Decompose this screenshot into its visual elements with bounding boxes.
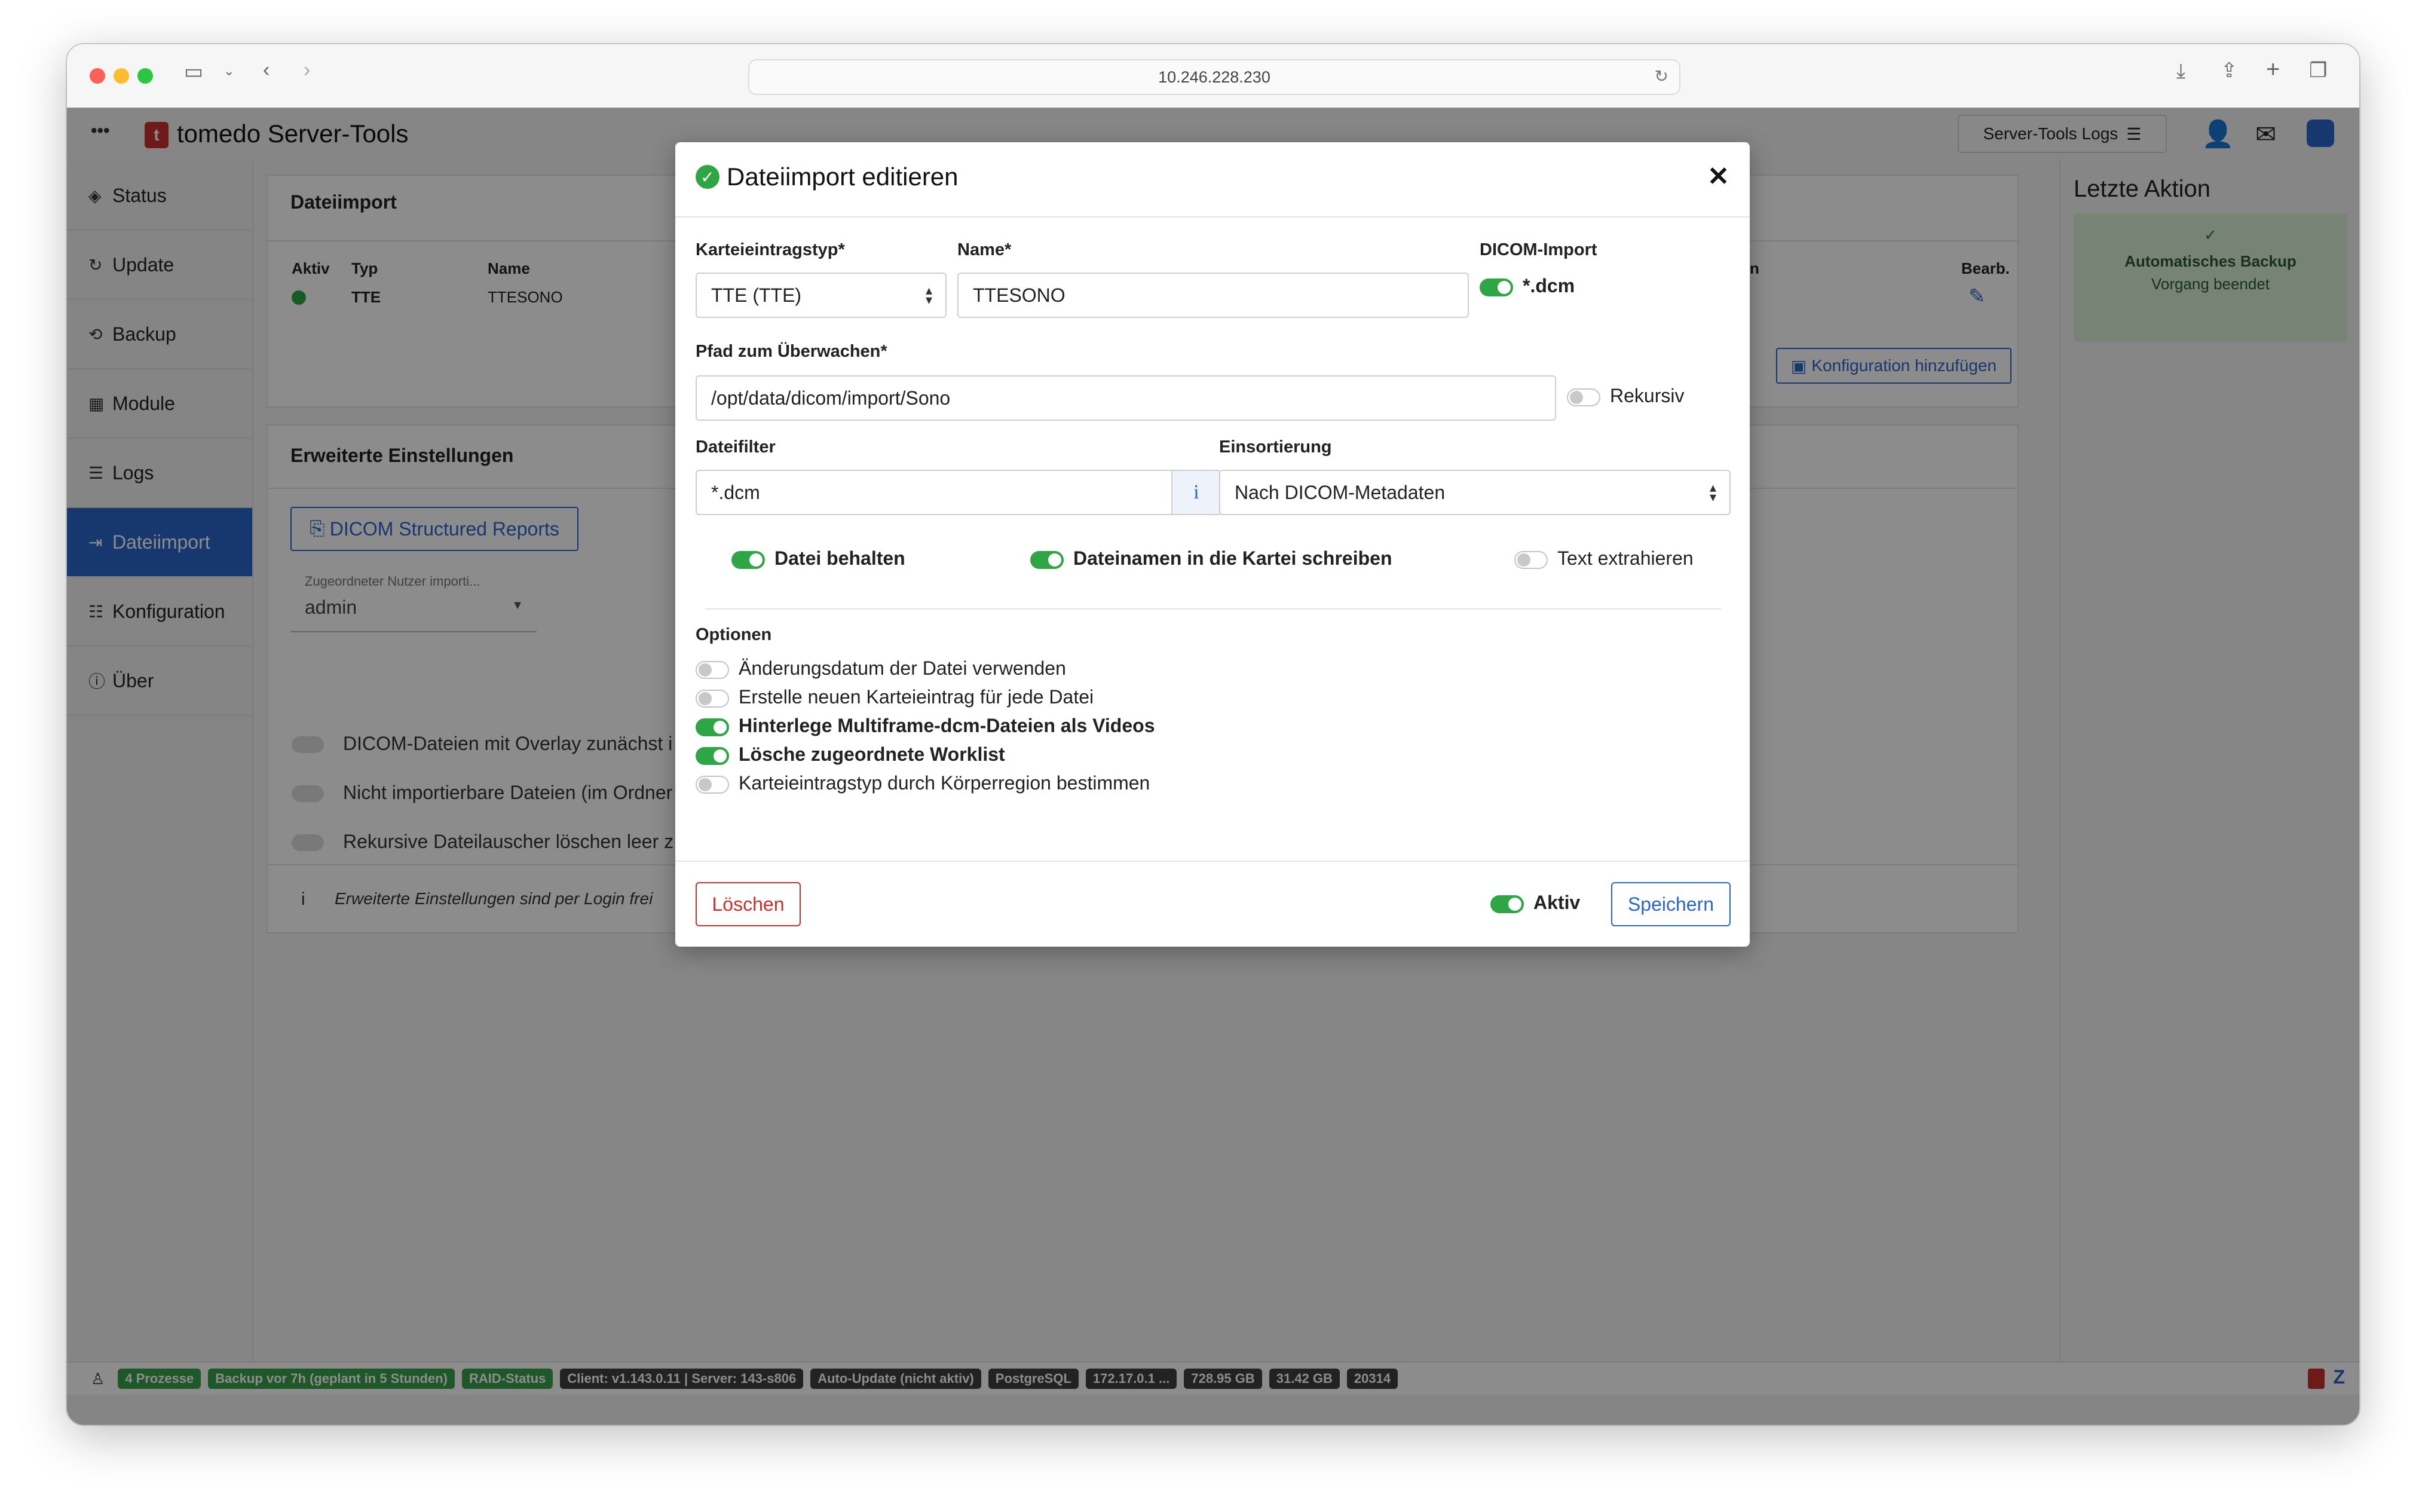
toggle-knob [1508, 898, 1521, 911]
datei-behalten-toggle[interactable] [731, 551, 765, 569]
reload-icon[interactable]: ↻ [1655, 66, 1668, 86]
dicom-import-label: DICOM-Import [1480, 240, 1597, 259]
rekursiv-toggle[interactable] [1567, 388, 1600, 406]
text-extrahieren-toggle[interactable] [1514, 551, 1548, 569]
name-label: Name* [957, 240, 1012, 259]
save-button[interactable]: Speichern [1611, 882, 1731, 926]
divider [675, 216, 1750, 218]
toggle-knob [1048, 553, 1061, 567]
input-value: *.dcm [711, 481, 760, 503]
check-circle-icon: ✓ [696, 165, 719, 189]
toggle-knob [1498, 281, 1511, 294]
dateifilter-label: Dateifilter [696, 437, 776, 457]
karteieintragstyp-label: Karteieintragstyp* [696, 240, 845, 259]
option-label: Erstelle neuen Karteieintrag für jede Da… [739, 686, 1094, 708]
name-input[interactable]: TTESONO [957, 273, 1469, 318]
einsortierung-label: Einsortierung [1219, 437, 1332, 457]
toggle-knob [714, 749, 727, 763]
option-label: Änderungsdatum der Datei verwenden [739, 657, 1066, 679]
toggle-knob [1570, 391, 1583, 404]
option-toggle[interactable] [696, 690, 729, 708]
rekursiv-label: Rekursiv [1610, 385, 1685, 406]
input-value: TTESONO [973, 284, 1065, 306]
aktiv-toggle[interactable] [1490, 895, 1524, 913]
text-extrahieren-label: Text extrahieren [1557, 547, 1694, 569]
dicom-toggle-label: *.dcm [1523, 275, 1575, 296]
download-icon[interactable]: ⤓ [2176, 60, 2185, 83]
zoom-window-button[interactable] [137, 68, 153, 84]
close-window-button[interactable] [90, 68, 105, 84]
save-label: Speichern [1627, 893, 1714, 915]
select-value: TTE (TTE) [711, 284, 802, 306]
input-value: /opt/data/dicom/import/Sono [711, 387, 951, 409]
edit-import-dialog: ✓ Dateiimport editieren ✕ Karteieintrags… [675, 142, 1750, 947]
sidebar-toggle-icon[interactable]: ▭ [184, 60, 203, 84]
select-arrows-icon: ▴ ▾ [1709, 480, 1716, 504]
divider [675, 861, 1750, 862]
toggle-knob [699, 778, 712, 791]
select-value: Nach DICOM-Metadaten [1235, 481, 1446, 503]
option-label: Karteieintragstyp durch Körperregion bes… [739, 772, 1150, 794]
toggle-knob [749, 553, 763, 567]
dialog-title: ✓ Dateiimport editieren [696, 163, 959, 191]
option-toggle[interactable] [696, 747, 729, 765]
datei-behalten-label: Datei behalten [774, 547, 905, 569]
tab-overview-icon[interactable]: ❐ [2309, 59, 2327, 82]
toggle-knob [699, 692, 712, 705]
minimize-window-button[interactable] [114, 68, 129, 84]
toggle-knob [1517, 553, 1530, 567]
option-label: Lösche zugeordnete Worklist [739, 743, 1005, 765]
close-icon[interactable]: ✕ [1707, 161, 1729, 192]
aktiv-label: Aktiv [1533, 892, 1581, 913]
dicom-import-toggle[interactable] [1480, 278, 1513, 296]
option-toggle[interactable] [696, 718, 729, 736]
pfad-label: Pfad zum Überwachen* [696, 342, 887, 361]
share-icon[interactable]: ⇪ [2221, 59, 2238, 82]
toggle-knob [699, 663, 712, 677]
einsortierung-select[interactable]: Nach DICOM-Metadaten ▴ ▾ [1219, 470, 1731, 515]
chevron-down-icon[interactable]: ⌄ [223, 63, 234, 79]
url-text: 10.246.228.230 [1158, 68, 1270, 86]
dateinamen-label: Dateinamen in die Kartei schreiben [1073, 547, 1392, 569]
dateifilter-input[interactable]: *.dcm i [696, 470, 1221, 515]
delete-label: Löschen [712, 893, 785, 915]
dateinamen-toggle[interactable] [1030, 551, 1064, 569]
delete-button[interactable]: Löschen [696, 882, 801, 926]
address-bar[interactable]: 10.246.228.230 ↻ [748, 59, 1680, 95]
option-toggle[interactable] [696, 776, 729, 794]
toggle-knob [714, 721, 727, 734]
select-arrows-icon: ▴ ▾ [925, 283, 932, 307]
optionen-label: Optionen [696, 625, 772, 644]
option-toggle[interactable] [696, 661, 729, 679]
new-tab-icon[interactable]: + [2266, 56, 2280, 83]
dialog-title-text: Dateiimport editieren [727, 163, 959, 191]
forward-icon[interactable]: › [304, 59, 310, 82]
karteieintragstyp-select[interactable]: TTE (TTE) ▴ ▾ [696, 273, 947, 318]
divider [705, 608, 1721, 610]
pfad-input[interactable]: /opt/data/dicom/import/Sono [696, 375, 1556, 421]
info-icon[interactable]: i [1171, 471, 1220, 514]
back-icon[interactable]: ‹ [263, 59, 270, 82]
option-label: Hinterlege Multiframe-dcm-Dateien als Vi… [739, 715, 1155, 736]
browser-toolbar: ▭ ⌄ ‹ › 10.246.228.230 ↻ ⤓ ⇪ + ❐ [67, 44, 2359, 109]
